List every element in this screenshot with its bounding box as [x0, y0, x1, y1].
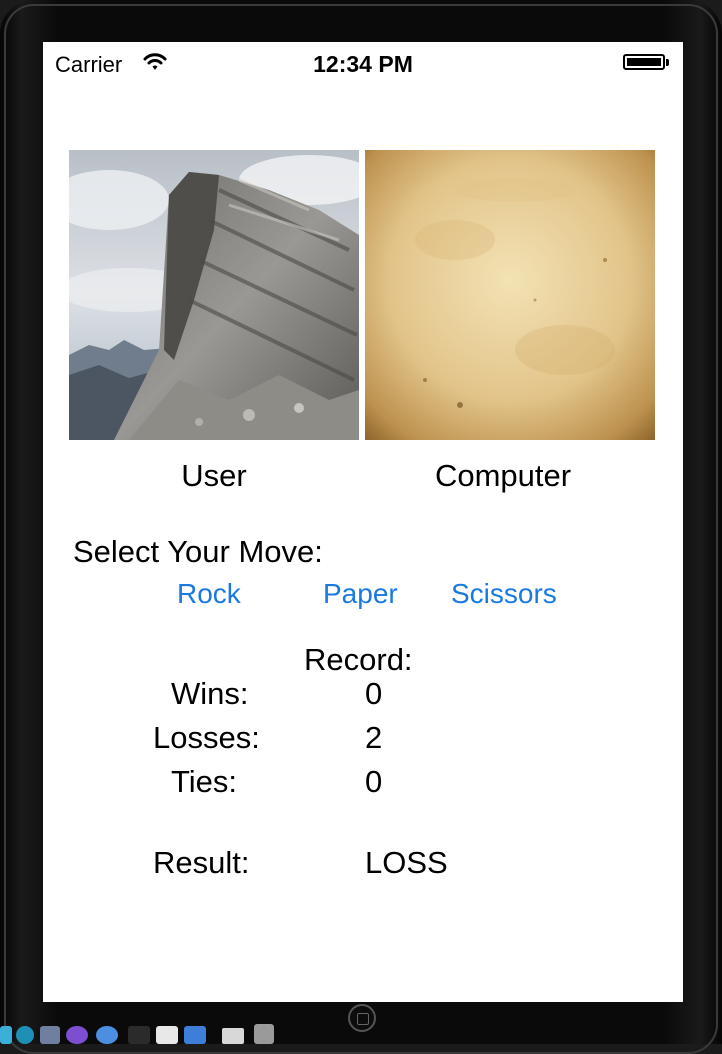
ties-value: 0: [365, 764, 383, 799]
scissors-button[interactable]: Scissors: [451, 578, 557, 610]
computer-label: Computer: [434, 458, 572, 493]
dock-icon[interactable]: [96, 1026, 118, 1044]
select-move-prompt: Select Your Move:: [73, 534, 323, 569]
user-move-image: [69, 150, 359, 440]
losses-label: Losses:: [153, 720, 260, 755]
battery-icon: [623, 54, 665, 70]
result-value: LOSS: [365, 845, 448, 880]
wins-value: 0: [365, 676, 383, 711]
dock-strip: [0, 1022, 290, 1044]
paper-button[interactable]: Paper: [323, 578, 398, 610]
ties-label: Ties:: [171, 764, 238, 799]
status-time: 12:34 PM: [313, 51, 413, 77]
computer-move-image: [365, 150, 655, 440]
dock-icon[interactable]: [222, 1028, 244, 1044]
dock-icon[interactable]: [66, 1026, 88, 1044]
result-label: Result:: [153, 845, 250, 880]
losses-value: 2: [365, 720, 383, 755]
status-bar: Carrier 12:34 PM: [43, 42, 683, 82]
dock-icon[interactable]: [184, 1026, 206, 1044]
dock-icon[interactable]: [40, 1026, 60, 1044]
device-bezel: Carrier 12:34 PM User Computer Select Yo…: [0, 0, 722, 1054]
rock-button[interactable]: Rock: [177, 578, 241, 610]
home-button[interactable]: [348, 1004, 376, 1032]
dock-icon[interactable]: [16, 1026, 34, 1044]
wins-label: Wins:: [171, 676, 249, 711]
battery-tip: [666, 59, 669, 66]
dock-icon[interactable]: [0, 1026, 12, 1044]
trash-icon[interactable]: [254, 1024, 274, 1044]
dock-icon[interactable]: [128, 1026, 150, 1044]
app-screen: Carrier 12:34 PM User Computer Select Yo…: [43, 42, 683, 1002]
dock-icon[interactable]: [156, 1026, 178, 1044]
user-label: User: [181, 458, 247, 493]
record-title: Record:: [304, 642, 413, 677]
